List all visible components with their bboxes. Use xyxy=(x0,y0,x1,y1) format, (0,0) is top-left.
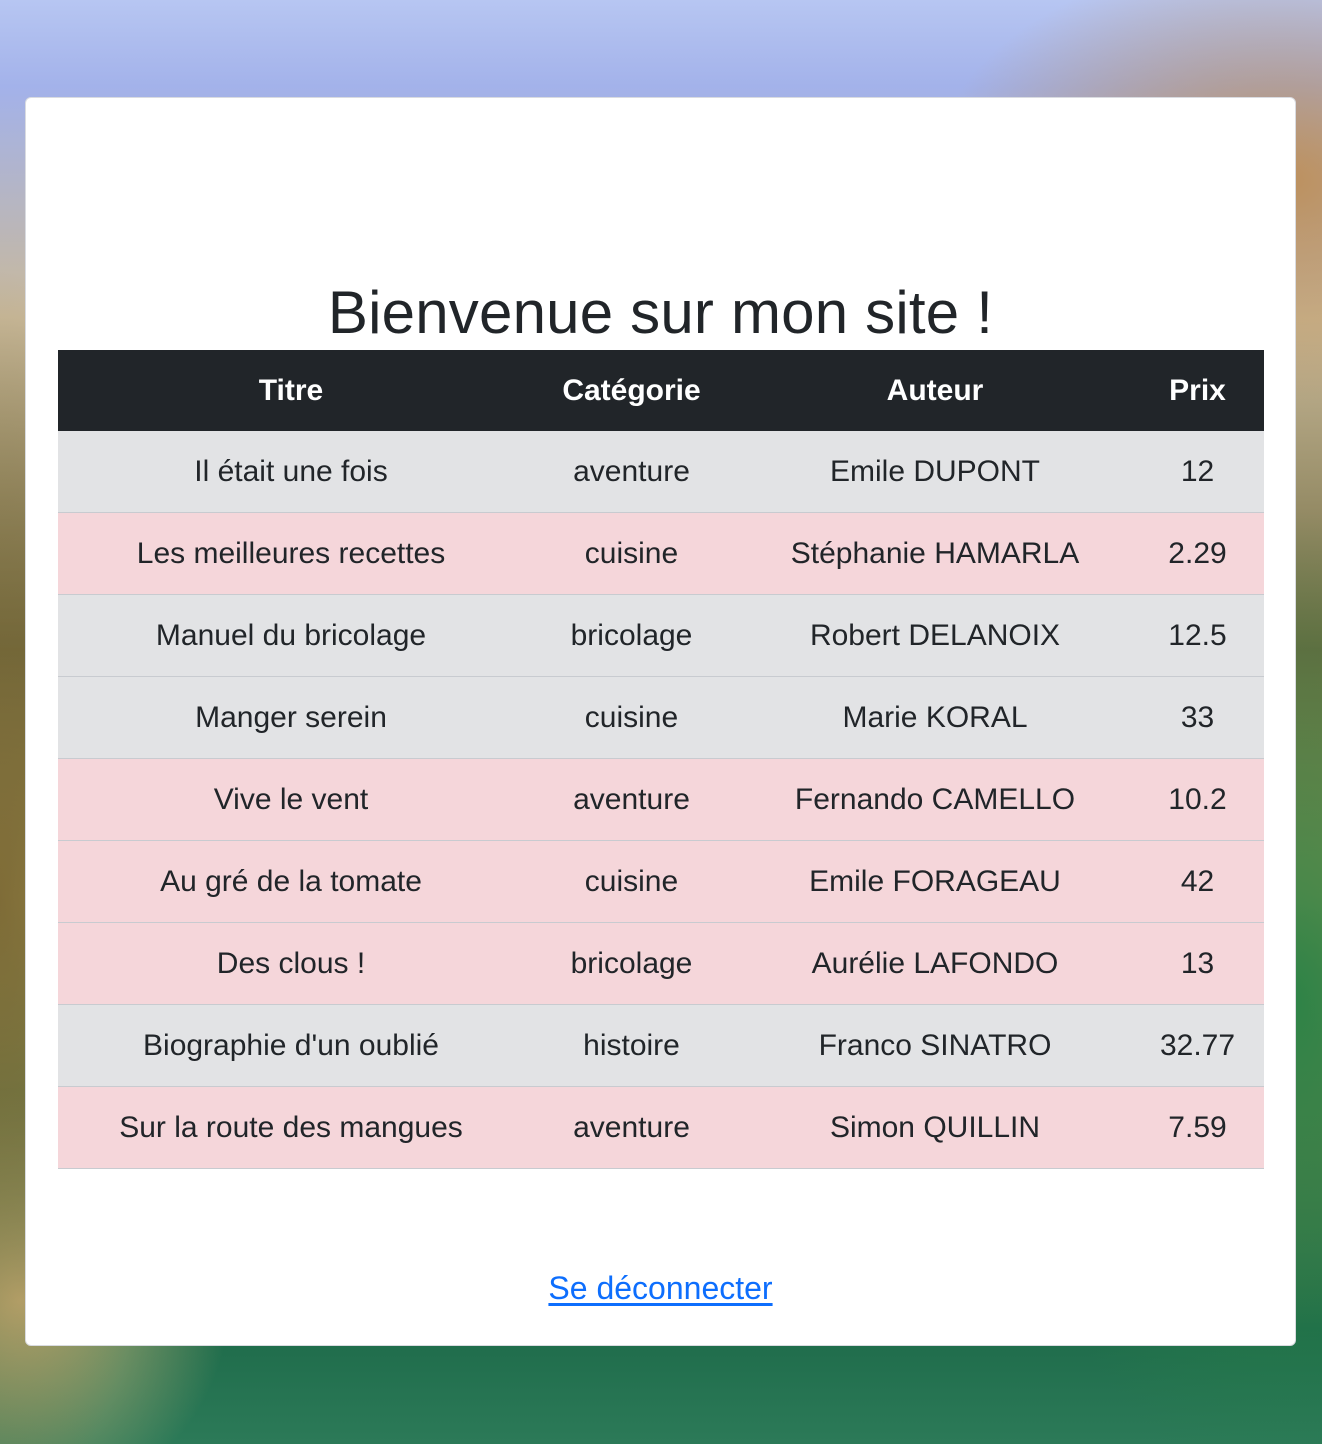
table-row: Au gré de la tomate cuisine Emile FORAGE… xyxy=(58,840,1264,923)
table-row: Manger serein cuisine Marie KORAL 33 xyxy=(58,676,1264,759)
cell-prix: 10.2 xyxy=(1131,758,1264,841)
cell-prix: 7.59 xyxy=(1131,1086,1264,1169)
header-titre: Titre xyxy=(58,350,524,431)
cell-titre: Manger serein xyxy=(58,676,524,759)
cell-auteur: Fernando CAMELLO xyxy=(739,758,1131,841)
cell-categorie: cuisine xyxy=(524,840,739,923)
cell-prix: 32.77 xyxy=(1131,1004,1264,1087)
cell-titre: Au gré de la tomate xyxy=(58,840,524,923)
cell-prix: 13 xyxy=(1131,922,1264,1005)
header-categorie: Catégorie xyxy=(524,350,739,431)
cell-categorie: histoire xyxy=(524,1004,739,1087)
cell-prix: 12.5 xyxy=(1131,594,1264,677)
cell-prix: 2.29 xyxy=(1131,512,1264,595)
table-row: Manuel du bricolage bricolage Robert DEL… xyxy=(58,594,1264,677)
cell-categorie: aventure xyxy=(524,758,739,841)
cell-titre: Des clous ! xyxy=(58,922,524,1005)
logout-link[interactable]: Se déconnecter xyxy=(26,1270,1295,1307)
main-card: Bienvenue sur mon site ! Titre Catégorie… xyxy=(25,97,1296,1346)
table-row: Des clous ! bricolage Aurélie LAFONDO 13 xyxy=(58,922,1264,1005)
cell-titre: Sur la route des mangues xyxy=(58,1086,524,1169)
page-title: Bienvenue sur mon site ! xyxy=(327,279,994,346)
cell-titre: Les meilleures recettes xyxy=(58,512,524,595)
table-header-row: Titre Catégorie Auteur Prix xyxy=(58,350,1264,431)
table-row: Sur la route des mangues aventure Simon … xyxy=(58,1086,1264,1169)
cell-prix: 33 xyxy=(1131,676,1264,759)
cell-auteur: Emile FORAGEAU xyxy=(739,840,1131,923)
cell-titre: Manuel du bricolage xyxy=(58,594,524,677)
cell-auteur: Robert DELANOIX xyxy=(739,594,1131,677)
cell-auteur: Marie KORAL xyxy=(739,676,1131,759)
books-table: Titre Catégorie Auteur Prix Il était une… xyxy=(58,350,1264,1169)
table-row: Les meilleures recettes cuisine Stéphani… xyxy=(58,512,1264,595)
cell-categorie: cuisine xyxy=(524,676,739,759)
cell-prix: 12 xyxy=(1131,431,1264,513)
table-row: Vive le vent aventure Fernando CAMELLO 1… xyxy=(58,758,1264,841)
cell-categorie: aventure xyxy=(524,1086,739,1169)
cell-categorie: bricolage xyxy=(524,922,739,1005)
cell-auteur: Franco SINATRO xyxy=(739,1004,1131,1087)
cell-categorie: cuisine xyxy=(524,512,739,595)
cell-prix: 42 xyxy=(1131,840,1264,923)
cell-auteur: Emile DUPONT xyxy=(739,431,1131,513)
cell-titre: Il était une fois xyxy=(58,431,524,513)
cell-categorie: bricolage xyxy=(524,594,739,677)
cell-titre: Vive le vent xyxy=(58,758,524,841)
cell-auteur: Aurélie LAFONDO xyxy=(739,922,1131,1005)
table-row: Biographie d'un oublié histoire Franco S… xyxy=(58,1004,1264,1087)
cell-titre: Biographie d'un oublié xyxy=(58,1004,524,1087)
cell-categorie: aventure xyxy=(524,431,739,513)
table-row: Il était une fois aventure Emile DUPONT … xyxy=(58,431,1264,513)
header-prix: Prix xyxy=(1131,350,1264,431)
cell-auteur: Stéphanie HAMARLA xyxy=(739,512,1131,595)
header-auteur: Auteur xyxy=(739,350,1131,431)
cell-auteur: Simon QUILLIN xyxy=(739,1086,1131,1169)
